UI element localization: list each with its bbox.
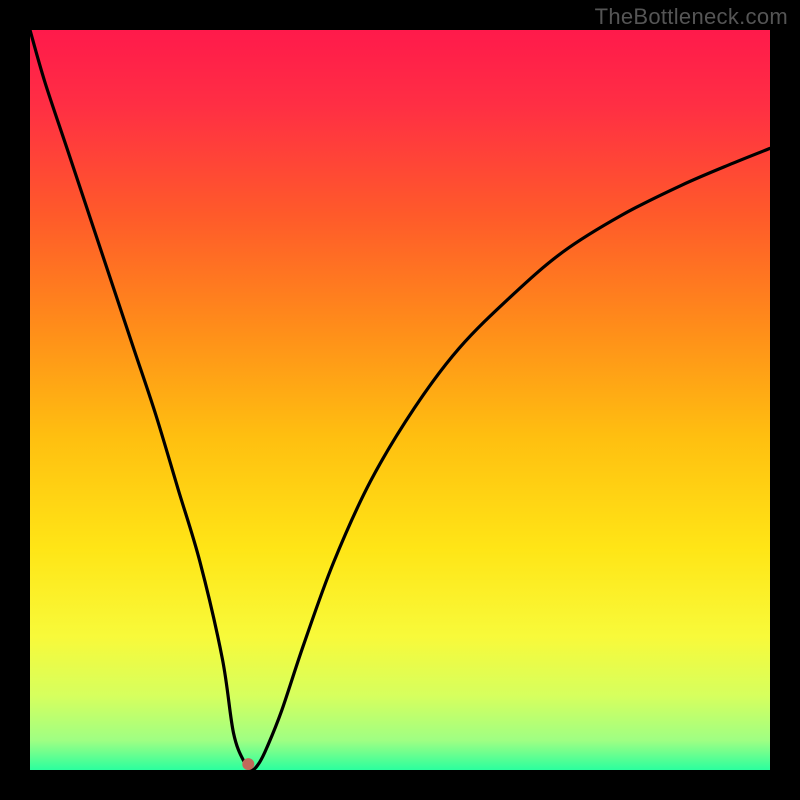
bottleneck-chart — [30, 30, 770, 770]
optimal-point-marker — [242, 758, 254, 770]
chart-container: TheBottleneck.com — [0, 0, 800, 800]
gradient-background — [30, 30, 770, 770]
watermark-text: TheBottleneck.com — [595, 4, 788, 30]
